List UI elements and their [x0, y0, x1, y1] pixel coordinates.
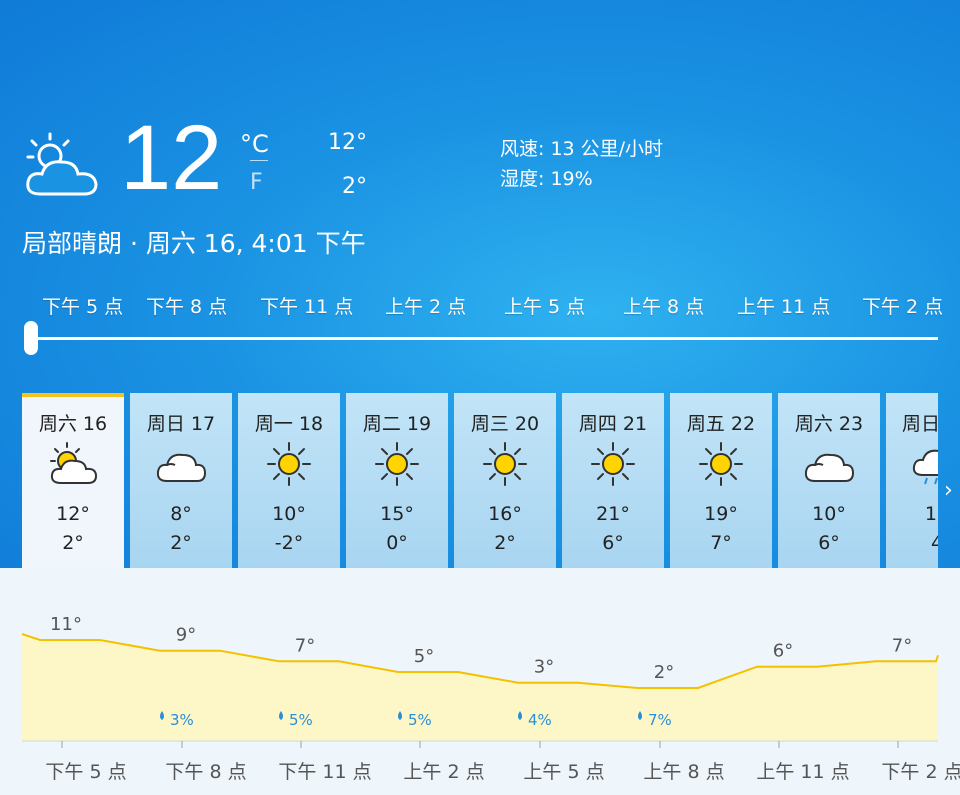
- precipitation-label: 3%: [170, 711, 194, 729]
- day-high: 15°: [380, 503, 414, 525]
- day-name: 周三 20: [470, 413, 540, 435]
- day-high: 21°: [596, 503, 630, 525]
- day-low: 0°: [386, 532, 408, 554]
- day-high: 10°: [272, 503, 306, 525]
- day-name: 周日 17: [146, 413, 216, 435]
- day-card[interactable]: 周日 10 4: [886, 393, 938, 568]
- cloud-icon: [156, 453, 207, 482]
- precipitation-label: 4%: [528, 711, 552, 729]
- day-high: 19°: [704, 503, 738, 525]
- day-low: -2°: [274, 532, 304, 554]
- timeline-label[interactable]: 上午 2 点: [385, 292, 466, 319]
- cloud-icon: [804, 453, 855, 482]
- partly-cloudy-icon: [26, 132, 98, 196]
- current-temperature: 12: [120, 107, 223, 209]
- partly-cloudy-icon: [50, 442, 98, 484]
- temperature-label: 5°: [414, 646, 434, 667]
- precipitation-label: 7%: [648, 711, 672, 729]
- precipitation-label: 5%: [289, 711, 313, 729]
- temperature-label: 7°: [892, 635, 912, 656]
- day-card[interactable]: 周六 23 10° 6°: [778, 393, 880, 568]
- temperature-label: 6°: [773, 641, 793, 662]
- unit-fahrenheit-toggle[interactable]: F: [250, 170, 263, 195]
- timeline-track[interactable]: [26, 337, 938, 340]
- day-low: 7°: [710, 532, 732, 554]
- weather-header: 12 °C F 12° 2° 风速: 13 公里/小时 湿度: 19% 局部晴朗…: [0, 0, 960, 568]
- day-card[interactable]: 周三 20 16° 2°: [454, 393, 556, 568]
- x-tick-label: 下午 11 点: [278, 761, 371, 783]
- x-tick-label: 上午 5 点: [523, 761, 604, 783]
- day-card[interactable]: 周一 18 10° -2°: [238, 393, 340, 568]
- day-name: 周五 22: [686, 413, 756, 435]
- x-tick-label: 上午 8 点: [643, 761, 724, 783]
- hourly-temperature-chart: 下午 5 点 11° 下午 8 点 9° 3% 下午 11 点 7° 5% 上午 2 点 5° 5%…: [21, 614, 960, 783]
- timeline-label[interactable]: 下午 5 点: [42, 292, 123, 319]
- x-tick-label: 下午 8 点: [165, 761, 246, 783]
- sun-icon: [699, 442, 743, 486]
- condition-date-line: 局部晴朗 · 周六 16, 4:01 下午: [22, 229, 366, 258]
- day-name: 周六 16: [38, 413, 108, 435]
- sun-icon: [375, 442, 419, 486]
- today-low: 2°: [342, 174, 367, 199]
- day-card[interactable]: 周日 17 8° 2°: [130, 393, 232, 568]
- timeline-label[interactable]: 上午 5 点: [504, 292, 585, 319]
- day-high: 8°: [170, 503, 192, 525]
- sun-icon: [267, 442, 311, 486]
- day-high: 12°: [56, 503, 90, 525]
- humidity: 湿度: 19%: [500, 168, 593, 190]
- temperature-label: 7°: [295, 635, 315, 656]
- day-card[interactable]: 周四 21 21° 6°: [562, 393, 664, 568]
- temperature-label: 3°: [534, 657, 554, 678]
- wind-speed: 风速: 13 公里/小时: [500, 138, 664, 160]
- day-low: 2°: [170, 532, 192, 554]
- temperature-label: 9°: [176, 625, 196, 646]
- day-name: 周六 23: [794, 413, 864, 435]
- day-low: 2°: [62, 532, 84, 554]
- unit-celsius-toggle[interactable]: °C: [240, 130, 269, 158]
- temperature-label: 11°: [50, 614, 82, 635]
- timeline-slider-handle[interactable]: [24, 321, 38, 355]
- day-name: 周二 19: [362, 413, 432, 435]
- rain-cloud-icon: [912, 449, 938, 485]
- day-high: 10°: [812, 503, 846, 525]
- sun-icon: [483, 442, 527, 486]
- timeline-label[interactable]: 下午 8 点: [146, 292, 227, 319]
- day-name: 周四 21: [578, 413, 648, 435]
- x-tick-label: 上午 11 点: [756, 761, 849, 783]
- today-high: 12°: [328, 130, 367, 155]
- day-high: 16°: [488, 503, 522, 525]
- daily-forecast-strip: 周六 16 12° 2° 周日 17 8° 2° 周一 18 10° -2° 周…: [22, 393, 938, 568]
- sun-icon: [591, 442, 635, 486]
- day-name: 周一 18: [254, 413, 324, 435]
- day-low: 6°: [602, 532, 624, 554]
- x-tick-label: 上午 2 点: [403, 761, 484, 783]
- day-high: 10: [924, 503, 938, 525]
- precipitation-label: 5%: [408, 711, 432, 729]
- x-tick-label: 下午 5 点: [45, 761, 126, 783]
- day-card[interactable]: 周五 22 19° 7°: [670, 393, 772, 568]
- day-low: 4: [930, 532, 938, 554]
- x-tick-label: 下午 2 点: [881, 761, 960, 783]
- day-card[interactable]: 周二 19 15° 0°: [346, 393, 448, 568]
- day-low: 2°: [494, 532, 516, 554]
- timeline-label[interactable]: 上午 8 点: [623, 292, 704, 319]
- day-card[interactable]: 周六 16 12° 2°: [22, 393, 124, 568]
- unit-separator: [250, 160, 268, 161]
- temperature-label: 2°: [654, 662, 674, 683]
- timeline-label[interactable]: 上午 11 点: [737, 292, 830, 319]
- timeline-label[interactable]: 下午 2 点: [862, 292, 943, 319]
- day-low: 6°: [818, 532, 840, 554]
- chevron-right-icon[interactable]: ›: [944, 478, 953, 503]
- timeline-label[interactable]: 下午 11 点: [260, 292, 353, 319]
- day-name: 周日: [902, 413, 938, 435]
